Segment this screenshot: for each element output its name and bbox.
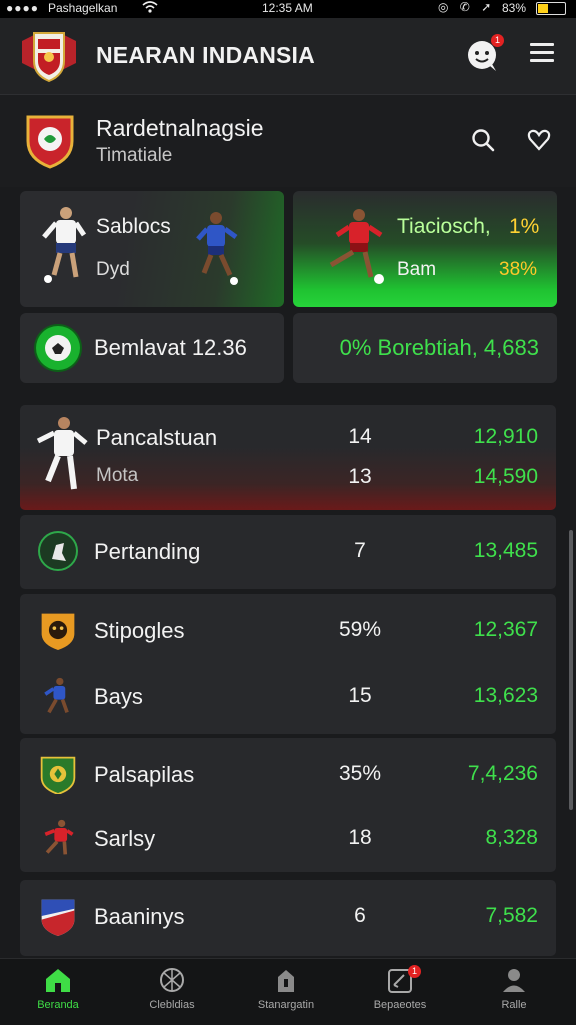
battery-icon bbox=[536, 2, 566, 15]
table-row[interactable]: Baaninys 6 7,582 bbox=[20, 886, 556, 946]
stat-group[interactable]: Pertanding 7 13,485 bbox=[20, 515, 556, 589]
nav-item-stanargatin[interactable]: Stanargatin bbox=[238, 967, 334, 1011]
row-number: 59% bbox=[338, 618, 382, 641]
match-subtitle: Dyd bbox=[96, 259, 130, 280]
row-value: 13,485 bbox=[473, 539, 538, 562]
row-number: 7 bbox=[354, 539, 366, 562]
nav-label: Bepaeotes bbox=[373, 999, 427, 1011]
nav-label: Beranda bbox=[37, 999, 79, 1011]
row-name: Stipogles bbox=[94, 618, 185, 643]
player-blue-icon bbox=[44, 677, 69, 714]
stat-group[interactable]: Baaninys 6 7,582 bbox=[20, 880, 556, 956]
match-subtitle-percent: 38% bbox=[499, 259, 538, 280]
stat-group[interactable]: Stipogles 59% 12,367 Bays 15 13,623 bbox=[20, 594, 556, 734]
nav-item-ralle[interactable]: Ralle bbox=[466, 967, 562, 1011]
nav-badge: 1 bbox=[408, 965, 421, 978]
table-row[interactable]: Sarlsy 18 8,328 bbox=[20, 808, 556, 868]
row-name: Bays bbox=[94, 684, 143, 709]
notification-badge: 1 bbox=[491, 34, 504, 47]
match-card-left[interactable]: Sablocs Dyd bbox=[20, 191, 284, 307]
stat-value: Bemlavat 12.36 bbox=[94, 335, 247, 360]
search-icon bbox=[472, 129, 495, 152]
menu-icon bbox=[530, 43, 554, 46]
row-name: Mota bbox=[96, 465, 139, 486]
match-percent: 1% bbox=[509, 215, 540, 238]
row-value: 12,910 bbox=[473, 425, 538, 448]
app-title: NEARAN INDANSIA bbox=[96, 42, 315, 68]
nav-item-bepaeotes[interactable]: 1 Bepaeotes bbox=[352, 965, 448, 1011]
favorite-button[interactable] bbox=[526, 127, 552, 153]
table-row[interactable]: Stipogles 59% 12,367 bbox=[20, 600, 556, 660]
search-button[interactable] bbox=[470, 127, 496, 153]
nav-item-clebldias[interactable]: Clebldias bbox=[124, 967, 220, 1011]
match-title: Tiaciosch, bbox=[397, 215, 491, 238]
table-row[interactable]: Palsapilas 35% 7,4,236 bbox=[20, 744, 556, 804]
player-blue-icon bbox=[196, 212, 238, 285]
stat-card-left[interactable]: Bemlavat 12.36 bbox=[20, 313, 284, 383]
row-name: Pertanding bbox=[94, 539, 201, 564]
row-number: 18 bbox=[348, 826, 372, 849]
club-badge-icon bbox=[38, 531, 78, 571]
row-value: 13,623 bbox=[473, 684, 538, 707]
row-number: 13 bbox=[348, 465, 372, 488]
status-icons: ◎ ✆ ➚ bbox=[438, 0, 496, 14]
match-card-right[interactable]: Tiaciosch, 1% Bam 38% bbox=[293, 191, 557, 307]
status-bar: ●●●● Pashagelkan 12:35 AM ◎ ✆ ➚ 83% bbox=[0, 0, 576, 18]
wifi-icon bbox=[142, 0, 158, 17]
team-crest-icon bbox=[24, 111, 76, 169]
nav-label: Clebldias bbox=[149, 999, 195, 1011]
team-subtitle: Timatiale bbox=[96, 145, 173, 166]
player-red-icon bbox=[329, 209, 384, 284]
stat-value: 0% Borebtiah, 4,683 bbox=[339, 335, 539, 360]
team-header: Rardetnalnagsie Timatiale bbox=[0, 95, 576, 187]
row-value: 7,4,236 bbox=[467, 762, 538, 785]
green-crest-icon bbox=[40, 756, 76, 794]
player-red-icon bbox=[44, 819, 74, 855]
ball-icon bbox=[36, 326, 80, 370]
table-row[interactable]: Bays 15 13,623 bbox=[20, 666, 556, 726]
player-white-icon bbox=[42, 207, 86, 283]
match-subtitle: Bam bbox=[397, 259, 437, 280]
team-name: Rardetnalnagsie bbox=[96, 115, 264, 141]
menu-button[interactable] bbox=[530, 43, 554, 67]
row-value: 7,582 bbox=[485, 904, 538, 927]
row-number: 35% bbox=[338, 762, 382, 785]
clock: 12:35 AM bbox=[262, 1, 313, 15]
building-icon bbox=[278, 970, 294, 992]
row-value: 12,367 bbox=[473, 618, 538, 641]
flag-crest-icon bbox=[41, 899, 75, 936]
stat-group[interactable]: Pancalstuan 14 12,910 Mota 13 14,590 bbox=[20, 405, 556, 510]
app-logo-icon bbox=[18, 27, 80, 85]
table-row[interactable]: Mota 13 14,590 bbox=[20, 447, 556, 507]
bottom-nav: Beranda Clebldias Stanargatin 1 Bepaeote… bbox=[0, 958, 576, 1025]
signal-icon: ●●●● bbox=[6, 1, 39, 15]
row-name: Baaninys bbox=[94, 904, 185, 929]
profile-icon bbox=[503, 969, 525, 992]
carrier-name: Pashagelkan bbox=[48, 1, 118, 15]
stat-group[interactable]: Palsapilas 35% 7,4,236 Sarlsy 18 8,328 bbox=[20, 738, 556, 872]
nav-label: Ralle bbox=[501, 999, 527, 1011]
row-name: Palsapilas bbox=[94, 762, 195, 787]
scrollbar[interactable] bbox=[569, 530, 573, 810]
chat-button[interactable]: 1 bbox=[464, 34, 504, 74]
nav-label: Stanargatin bbox=[257, 999, 315, 1011]
app-header: NEARAN INDANSIA 1 bbox=[0, 18, 576, 95]
heart-icon bbox=[527, 129, 551, 151]
home-icon bbox=[46, 969, 70, 992]
ball-icon bbox=[160, 968, 184, 992]
row-number: 6 bbox=[354, 904, 366, 927]
table-row[interactable]: Pertanding 7 13,485 bbox=[20, 521, 556, 581]
row-number: 14 bbox=[348, 425, 372, 448]
stat-card-right[interactable]: 0% Borebtiah, 4,683 bbox=[293, 313, 557, 383]
row-name: Sarlsy bbox=[94, 826, 156, 851]
row-value: 8,328 bbox=[485, 826, 538, 849]
nav-item-beranda[interactable]: Beranda bbox=[10, 967, 106, 1011]
row-value: 14,590 bbox=[473, 465, 538, 488]
battery-percent: 83% bbox=[502, 1, 527, 15]
row-number: 15 bbox=[348, 684, 372, 707]
match-title: Sablocs bbox=[96, 215, 171, 238]
tiger-crest-icon bbox=[41, 613, 75, 650]
